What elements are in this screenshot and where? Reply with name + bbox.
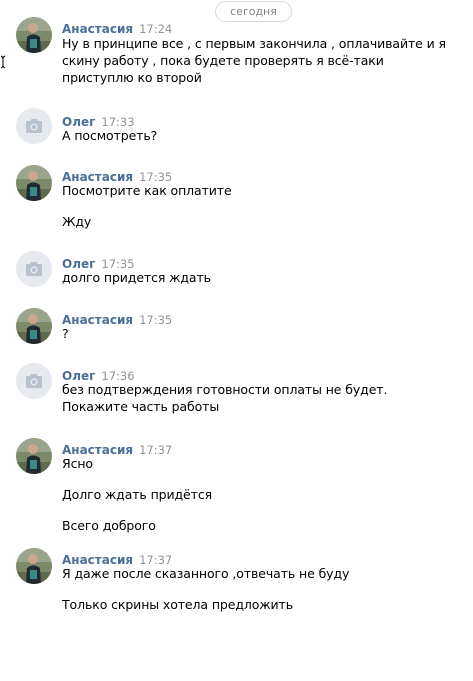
avatar-anastasia[interactable]: [16, 17, 52, 53]
message-header: Анастасия 17:35: [62, 166, 172, 184]
date-divider-badge: сегодня: [215, 1, 292, 22]
author-name[interactable]: Анастасия: [62, 22, 133, 36]
message-text: долго придется ждать: [62, 270, 211, 285]
avatar-oleg[interactable]: [16, 363, 52, 399]
message-text: Жду: [62, 214, 92, 229]
message-text: Только скрины хотела предложить: [62, 597, 293, 612]
camera-icon: [26, 374, 42, 388]
user-photo-avatar-icon: [16, 17, 52, 53]
message-header: Анастасия 17:37: [62, 439, 172, 457]
message-text: Посмотрите как оплатите: [62, 183, 232, 198]
camera-icon: [26, 262, 42, 276]
message-header: Олег 17:36: [62, 365, 135, 383]
user-photo-avatar-icon: [16, 548, 52, 584]
message-header: Олег 17:35: [62, 253, 135, 271]
avatar-oleg[interactable]: [16, 251, 52, 287]
text-cursor-icon: [0, 55, 6, 69]
message-text: ?: [62, 326, 69, 341]
message-text: Ясно: [62, 456, 93, 471]
avatar-anastasia[interactable]: [16, 548, 52, 584]
user-photo-avatar-icon: [16, 308, 52, 344]
camera-icon: [26, 119, 42, 133]
message-text: Я даже после сказанного ,отвечать не буд…: [62, 566, 350, 581]
message-text: Ну в принципе все , с первым закончила ,…: [62, 36, 446, 85]
message-header: Олег 17:33: [62, 111, 135, 129]
message-text: без подтверждения готовности оплаты не б…: [62, 382, 388, 414]
message-text: Всего доброго: [62, 518, 156, 533]
user-photo-avatar-icon: [16, 438, 52, 474]
avatar-anastasia[interactable]: [16, 438, 52, 474]
message-header: Анастасия 17:37: [62, 549, 172, 567]
message-text: А посмотреть?: [62, 128, 158, 143]
message-header: Анастасия 17:24: [62, 18, 172, 36]
avatar-anastasia[interactable]: [16, 165, 52, 201]
user-photo-avatar-icon: [16, 165, 52, 201]
message-text: Долго ждать придётся: [62, 487, 213, 502]
avatar-anastasia[interactable]: [16, 308, 52, 344]
message-timestamp[interactable]: 17:24: [139, 22, 172, 36]
message-header: Анастасия 17:35: [62, 309, 172, 327]
avatar-oleg[interactable]: [16, 108, 52, 144]
